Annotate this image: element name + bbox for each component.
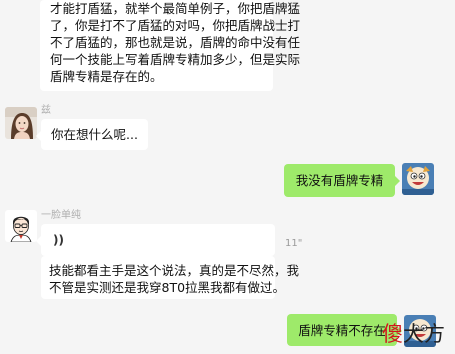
watermark-black-chars: 大方 [403,322,445,346]
watermark-text: 傻大方 [382,318,445,348]
transcription-line: 技能都看主手是这个说法，真的是不尽然，我 [49,263,300,278]
message-text: 你在想什么呢... [51,127,138,142]
transcription-bubble[interactable]: 技能都看主手是这个说法，真的是不尽然，我 不管是实测还是我穿8T0拉黑我都有做过… [41,256,300,299]
watermark-red-char: 傻 [382,322,403,346]
watermark: 傻大方 [382,318,445,348]
transcription-line: 不管是实测还是我穿8T0拉黑我都有做过。 [49,280,286,295]
message-line: 了，你是打不了盾猛的对吗，你把盾牌战士打 [50,18,301,33]
avatar[interactable] [402,163,434,195]
message-line: 不了盾猛的，那也就是说，盾牌的命中没有任 [50,35,301,50]
sender-name: 一脸单纯 [41,210,81,221]
message-line: 才能打盾猛，就举个最简单例子，你把盾牌猛 [50,1,301,16]
message-bubble[interactable]: 我没有盾牌专精 [284,164,400,197]
message-text: 我没有盾牌专精 [295,173,384,188]
voice-message-bubble[interactable]: )) [36,224,275,256]
message-text: 盾牌专精不存在 [298,323,386,338]
avatar[interactable] [5,107,37,139]
message-bubble[interactable]: 才能打盾猛，就举个最简单例子，你把盾牌猛 了，你是打不了盾猛的对吗，你把盾牌战士… [40,0,301,91]
message-bubble[interactable]: 你在想什么呢... [36,119,148,150]
voice-icon: )) [53,233,64,247]
message-line: 何一个技能上写着盾牌专精加多少，但是实际 [50,52,301,67]
avatar[interactable] [5,210,37,242]
chat-window: 才能打盾猛，就举个最简单例子，你把盾牌猛 了，你是打不了盾猛的对吗，你把盾牌战士… [0,0,455,354]
sender-name: 兹 [41,105,51,116]
message-line: 盾牌专精是存在的。 [50,69,163,84]
message-bubble[interactable]: 盾牌专精不存在 [287,314,402,346]
voice-duration: 11" [285,238,303,249]
